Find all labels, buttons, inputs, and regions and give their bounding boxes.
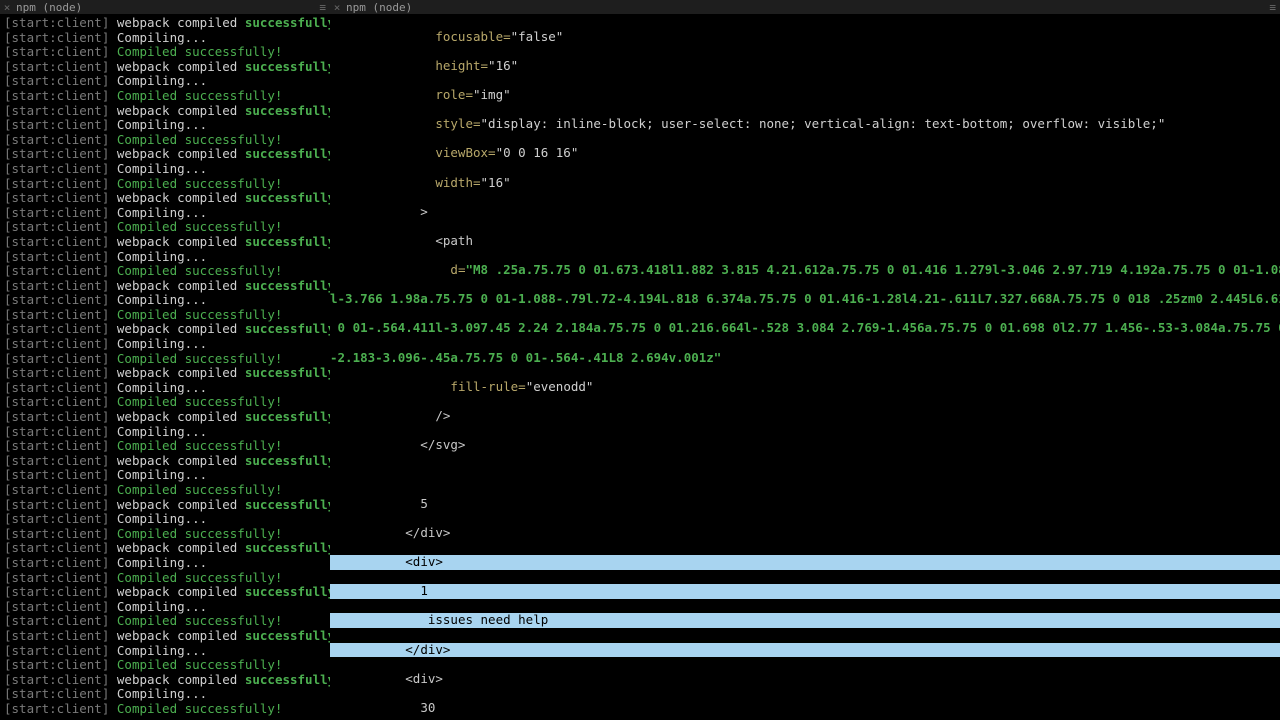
log-line: [start:client] Compiled successfully! [4,527,326,542]
log-line: [start:client] Compiling... [4,512,326,527]
log-line: [start:client] webpack compiled successf… [4,673,326,688]
log-line: [start:client] Compiled successfully! [4,571,326,586]
log-line: [start:client] webpack compiled successf… [4,541,326,556]
tab-right[interactable]: × npm (node) ≡ [330,0,1280,14]
log-line: [start:client] webpack compiled successf… [4,366,326,381]
log-line: [start:client] Compiled successfully! [4,614,326,629]
log-line: [start:client] Compiling... [4,250,326,265]
close-icon[interactable]: × [0,0,14,15]
log-line: [start:client] Compiling... [4,381,326,396]
log-line: [start:client] Compiling... [4,425,326,440]
log-line: [start:client] Compiled successfully! [4,658,326,673]
log-line: [start:client] webpack compiled successf… [4,454,326,469]
log-line: [start:client] webpack compiled successf… [4,104,326,119]
menu-icon[interactable]: ≡ [1269,0,1280,15]
terminal-left[interactable]: [start:client] webpack compiled successf… [0,15,330,720]
log-line: [start:client] Compiling... [4,600,326,615]
log-line: [start:client] Compiled successfully! [4,483,326,498]
log-line: [start:client] webpack compiled successf… [4,279,326,294]
log-line: [start:client] Compiled successfully! [4,89,326,104]
menu-icon[interactable]: ≡ [319,0,330,15]
log-line: [start:client] Compiling... [4,556,326,571]
log-line: [start:client] Compiling... [4,31,326,46]
log-line: [start:client] Compiled successfully! [4,702,326,717]
log-line: [start:client] webpack compiled successf… [4,585,326,600]
log-line: [start:client] Compiled successfully! [4,264,326,279]
log-line: [start:client] webpack compiled successf… [4,322,326,337]
log-line: [start:client] Compiling... [4,687,326,702]
terminal-right[interactable]: focusable="false" height="16" role="img"… [330,15,1280,720]
log-line: [start:client] Compiled successfully! [4,177,326,192]
log-line: [start:client] webpack compiled successf… [4,498,326,513]
log-line: [start:client] webpack compiled successf… [4,191,326,206]
tab-bar: × npm (node) ≡ × npm (node) ≡ [0,0,1280,15]
log-line: [start:client] webpack compiled successf… [4,235,326,250]
log-line: [start:client] Compiled successfully! [4,133,326,148]
log-line: [start:client] Compiled successfully! [4,220,326,235]
log-line: [start:client] Compiling... [4,337,326,352]
log-line: [start:client] webpack compiled successf… [4,60,326,75]
log-line: [start:client] Compiling... [4,293,326,308]
log-line: [start:client] Compiling... [4,644,326,659]
tab-title-right: npm (node) [344,0,412,15]
log-line: [start:client] Compiled successfully! [4,352,326,367]
log-line: [start:client] Compiled successfully! [4,308,326,323]
log-line: [start:client] Compiling... [4,206,326,221]
log-line: [start:client] Compiling... [4,162,326,177]
log-line: [start:client] Compiled successfully! [4,45,326,60]
log-line: [start:client] webpack compiled successf… [4,16,326,31]
log-line: [start:client] Compiled successfully! [4,395,326,410]
tab-title-left: npm (node) [14,0,82,15]
log-line: [start:client] webpack compiled successf… [4,629,326,644]
log-line: [start:client] webpack compiled successf… [4,410,326,425]
highlighted-selection: <div> [330,555,1280,570]
log-line: [start:client] Compiling... [4,118,326,133]
log-line: [start:client] webpack compiled successf… [4,147,326,162]
close-icon[interactable]: × [330,0,344,15]
log-line: [start:client] Compiling... [4,74,326,89]
log-line: [start:client] Compiled successfully! [4,439,326,454]
log-line: [start:client] Compiling... [4,468,326,483]
tab-left[interactable]: × npm (node) ≡ [0,0,330,14]
